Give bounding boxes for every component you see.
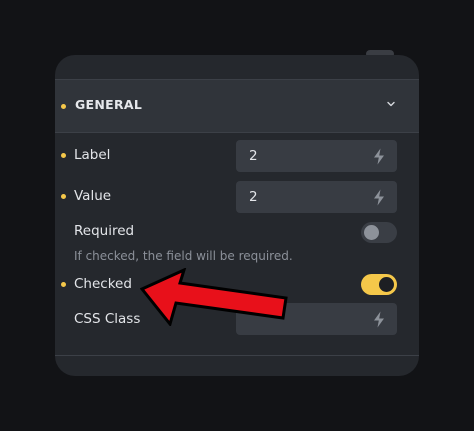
annotation-arrow-icon: [140, 268, 288, 326]
lightning-bolt-icon[interactable]: [372, 311, 386, 328]
value-input-value: 2: [249, 189, 258, 205]
toggle-knob: [379, 277, 394, 292]
modified-indicator-dot: [61, 194, 66, 199]
settings-panel: GENERAL Label 2 Value 2 Required If chec…: [55, 55, 419, 376]
required-toggle[interactable]: [361, 222, 397, 243]
lightning-bolt-icon[interactable]: [372, 189, 386, 206]
section-title: GENERAL: [75, 97, 143, 112]
label-field-label: Label: [74, 147, 111, 163]
value-input[interactable]: 2: [236, 181, 397, 213]
modified-indicator-dot: [61, 104, 66, 109]
checked-field-label: Checked: [74, 276, 132, 292]
label-input-value: 2: [249, 148, 258, 164]
label-input[interactable]: 2: [236, 140, 397, 172]
section-header-general[interactable]: GENERAL: [55, 79, 419, 133]
required-field-label: Required: [74, 223, 135, 239]
lightning-bolt-icon[interactable]: [372, 148, 386, 165]
modified-indicator-dot: [61, 282, 66, 287]
section-divider: [55, 355, 419, 356]
value-field-label: Value: [74, 188, 112, 204]
chevron-down-icon[interactable]: [385, 98, 397, 110]
toggle-knob: [364, 225, 379, 240]
modified-indicator-dot: [61, 153, 66, 158]
required-hint: If checked, the field will be required.: [74, 249, 293, 263]
css-class-field-label: CSS Class: [74, 311, 141, 327]
checked-toggle[interactable]: [361, 274, 397, 295]
